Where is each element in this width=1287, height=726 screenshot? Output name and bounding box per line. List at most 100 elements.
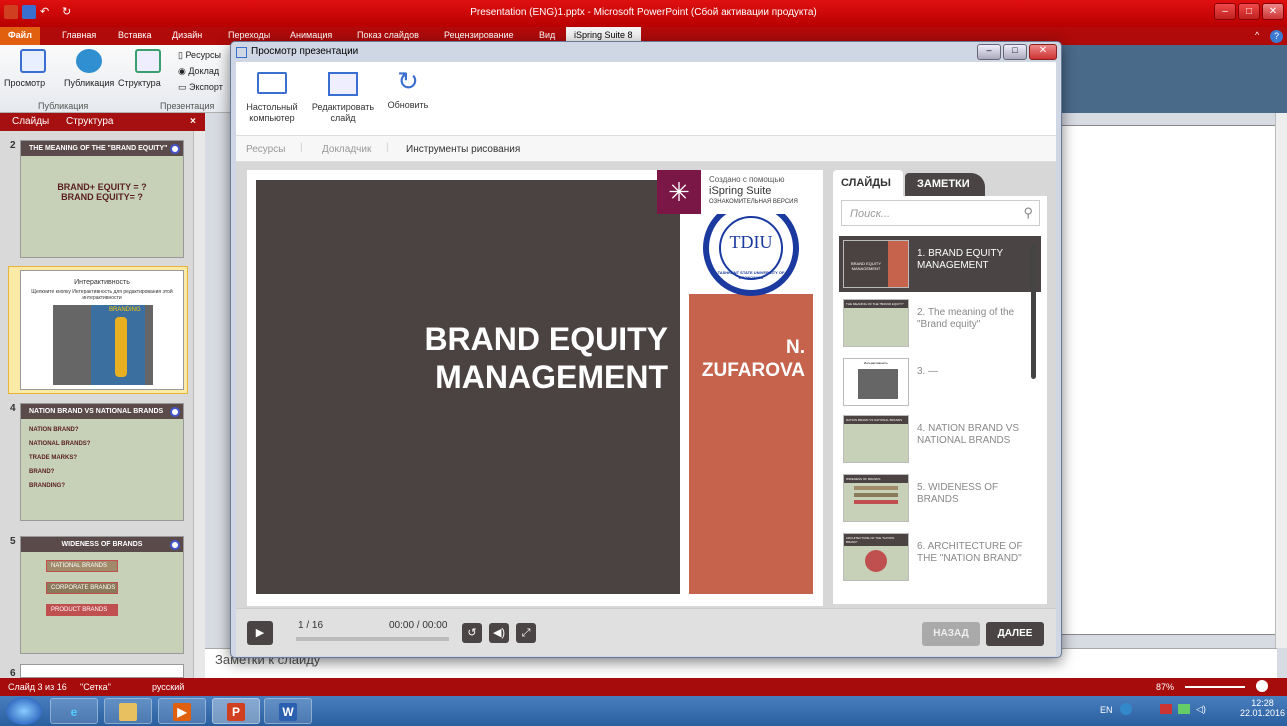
preview-window-icon <box>236 47 247 58</box>
play-button[interactable]: ▶ <box>247 621 273 645</box>
thumb-title: Интерактивность <box>74 279 130 286</box>
slide-list-item-1[interactable]: BRAND EQUITY MANAGEMENT 1. BRAND EQUITY … <box>839 236 1041 292</box>
tab-animation[interactable]: Анимация <box>290 30 332 40</box>
tab-home[interactable]: Главная <box>62 30 96 40</box>
slides-panel-scrollbar[interactable] <box>193 131 205 678</box>
thumb-line: BRANDING? <box>29 483 65 489</box>
mini-title: Интерактивность <box>864 361 888 365</box>
thumb-number: 5 <box>10 536 16 547</box>
edit-area-scrollbar[interactable] <box>1275 113 1287 648</box>
next-button[interactable]: ДАЛЕЕ <box>986 622 1044 646</box>
narration-button[interactable]: ◉ Доклад <box>178 66 219 77</box>
thumb-line: Щелкните кнопку Интерактивность для реда… <box>31 289 173 301</box>
tab-outline[interactable]: Структура <box>66 116 113 127</box>
refresh-button[interactable]: ↻ Обновить <box>382 66 434 111</box>
structure-button[interactable]: Структура <box>118 78 161 88</box>
group-publish-label: Публикация <box>38 101 89 111</box>
dialog-maximize-button[interactable]: □ <box>1003 44 1027 60</box>
subtab-drawing-tools[interactable]: Инструменты рисования <box>406 144 520 155</box>
publish-icon[interactable] <box>76 49 102 73</box>
publish-button[interactable]: Публикация <box>64 78 114 88</box>
taskbar-language[interactable]: EN <box>1100 705 1113 715</box>
help-icon[interactable]: ? <box>1270 30 1283 43</box>
network-tray-icon[interactable] <box>1178 704 1190 714</box>
side-tab-slides[interactable]: СЛАЙДЫ <box>833 170 903 196</box>
edit-slide-button[interactable]: Редактировать слайд <box>310 66 376 124</box>
fullscreen-icon[interactable]: ⤢ <box>516 623 536 643</box>
tab-design[interactable]: Дизайн <box>172 30 202 40</box>
maximize-button[interactable]: □ <box>1238 3 1260 20</box>
slide-thumbnail-5[interactable]: WIDENESS OF BRANDS NATIONAL BRANDS CORPO… <box>20 536 184 654</box>
tab-slideshow[interactable]: Показ слайдов <box>357 30 419 40</box>
tab-view[interactable]: Вид <box>539 30 555 40</box>
zoom-slider[interactable] <box>1185 686 1245 688</box>
progress-bar[interactable] <box>296 637 449 641</box>
subtab-narration[interactable]: Докладчик <box>322 144 371 155</box>
preview-button[interactable]: Просмотр <box>4 78 45 88</box>
dialog-close-button[interactable]: ✕ <box>1029 44 1057 60</box>
close-button[interactable]: ✕ <box>1262 3 1284 20</box>
slide-list-thumb: ARCHITECTURE OF THE "NATION BRAND" <box>843 533 909 581</box>
close-panel-icon[interactable]: × <box>190 116 196 127</box>
dialog-minimize-button[interactable]: – <box>977 44 1001 60</box>
slide-list-thumb: Интерактивность <box>843 358 909 406</box>
slide-canvas[interactable] <box>1050 125 1277 635</box>
subtab-resources[interactable]: Ресурсы <box>246 144 285 155</box>
slide-list-item-3[interactable]: Интерактивность 3. — <box>839 354 1041 410</box>
taskbar-media[interactable]: ▶ <box>158 698 206 724</box>
zoom-in-icon[interactable] <box>1256 680 1268 692</box>
slide-thumbnail-4[interactable]: NATION BRAND VS NATIONAL BRANDS NATION B… <box>20 403 184 521</box>
export-button[interactable]: ▭ Экспорт <box>178 82 223 93</box>
tab-file[interactable]: Файл <box>0 27 40 45</box>
slide-thumbnail-3[interactable]: Интерактивность Щелкните кнопку Интеракт… <box>20 270 184 390</box>
thumb-line: TRADE MARKS? <box>29 455 77 461</box>
volume-icon[interactable]: ◀) <box>489 623 509 643</box>
volume-tray-icon[interactable]: ◁) <box>1196 704 1206 715</box>
status-zoom[interactable]: 87% <box>1156 682 1174 692</box>
slide-list-item-5[interactable]: WIDENESS OF BRANDS 5. WIDENESS OF BRANDS <box>839 470 1041 526</box>
slide-list-scrollbar[interactable] <box>1031 244 1036 379</box>
logo-ring-text: TASHKENT STATE UNIVERSITY OF ECONOMICS <box>717 270 785 280</box>
clock[interactable]: 12:28 22.01.2016 <box>1240 698 1285 718</box>
slide-list-item-6[interactable]: ARCHITECTURE OF THE "NATION BRAND" 6. AR… <box>839 529 1041 585</box>
taskbar-word[interactable]: W <box>264 698 312 724</box>
logo-text: TDIU <box>729 232 773 252</box>
search-icon[interactable]: ⚲ <box>1023 205 1033 221</box>
dialog-title: Просмотр презентации <box>251 46 359 57</box>
search-input[interactable]: Поиск... ⚲ <box>841 200 1040 226</box>
taskbar-powerpoint[interactable]: P <box>212 698 260 724</box>
resources-button[interactable]: ▯ Ресурсы <box>178 50 221 61</box>
branding-image: BRANDING <box>53 305 153 385</box>
slide-list-item-4[interactable]: NATION BRAND VS NATIONAL BRANDS 4. NATIO… <box>839 411 1041 467</box>
back-button[interactable]: НАЗАД <box>922 622 980 646</box>
taskbar-ie[interactable]: e <box>50 698 98 724</box>
slide-list-item-2[interactable]: THE MEANING OF THE "BRAND EQUITY" 2. The… <box>839 295 1041 351</box>
mini-title: ARCHITECTURE OF THE "NATION BRAND" <box>844 534 908 546</box>
structure-icon[interactable] <box>135 49 161 73</box>
status-slide: Слайд 3 из 16 <box>8 682 67 692</box>
start-button[interactable] <box>6 697 42 725</box>
tab-insert[interactable]: Вставка <box>118 30 151 40</box>
status-bar: Слайд 3 из 16 "Сетка" русский 87% <box>0 678 1287 696</box>
replay-icon[interactable]: ↺ <box>462 623 482 643</box>
status-language[interactable]: русский <box>152 682 184 692</box>
thumb-number: 2 <box>10 140 16 151</box>
slides-panel-tabs: Слайды Структура × <box>0 113 205 131</box>
tab-transitions[interactable]: Переходы <box>228 30 270 40</box>
clock-date: 22.01.2016 <box>1240 708 1286 718</box>
desktop-button[interactable]: Настольный компьютер <box>242 66 302 124</box>
edit-slide-label: Редактировать слайд <box>311 102 375 123</box>
slide-thumbnail-6[interactable] <box>20 664 184 678</box>
flag-tray-icon[interactable] <box>1160 704 1172 714</box>
minimize-button[interactable]: – <box>1214 3 1236 20</box>
collapse-ribbon-icon[interactable]: ^ <box>1255 30 1259 40</box>
tab-slides[interactable]: Слайды <box>12 116 49 127</box>
side-tab-notes[interactable]: ЗАМЕТКИ <box>905 173 985 196</box>
thumb-title: WIDENESS OF BRANDS <box>21 537 183 552</box>
taskbar-explorer[interactable] <box>104 698 152 724</box>
tab-review[interactable]: Рецензирование <box>444 30 514 40</box>
slide-thumbnail-2[interactable]: THE MEANING OF THE "BRAND EQUITY" BRAND+… <box>20 140 184 258</box>
slide-list-label: 4. NATION BRAND VS NATIONAL BRANDS <box>917 423 1020 446</box>
preview-icon[interactable] <box>20 49 46 73</box>
help-tray-icon[interactable] <box>1120 703 1132 715</box>
